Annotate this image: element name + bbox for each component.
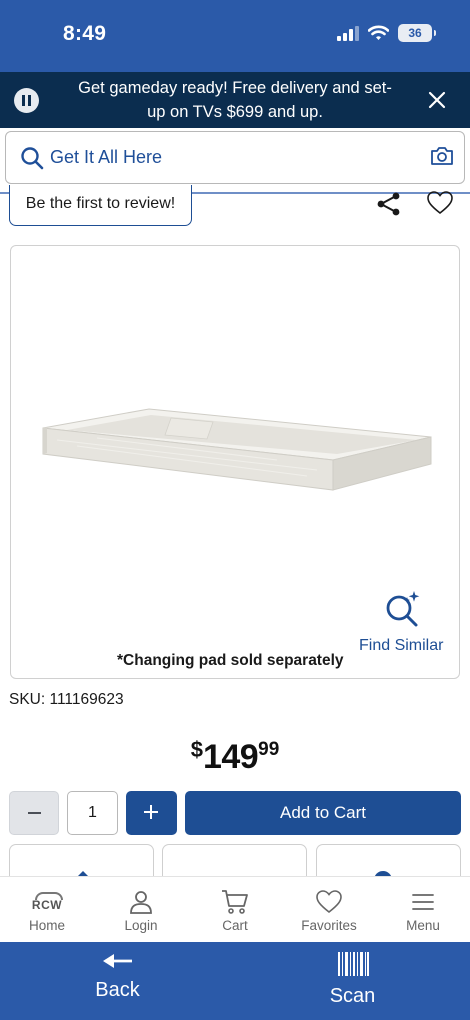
wifi-icon — [368, 25, 389, 40]
close-icon[interactable] — [426, 89, 448, 111]
cart-icon — [222, 890, 248, 914]
find-similar-label[interactable]: Find Similar — [359, 637, 443, 655]
back-label: Back — [95, 979, 140, 1001]
price: $14999 — [0, 737, 470, 777]
nav-home[interactable]: RCW Home — [0, 877, 94, 942]
search-icon — [21, 147, 44, 170]
browser-bar: Back Scan — [0, 942, 470, 1020]
product-image — [42, 408, 432, 491]
battery-icon: 36 — [398, 24, 436, 42]
status-bar: 8:49 36 — [0, 0, 470, 72]
search-box — [5, 131, 465, 184]
favorite-heart-icon[interactable] — [427, 191, 453, 215]
status-icons: 36 — [337, 24, 436, 42]
scan-button[interactable]: Scan — [300, 952, 405, 1014]
share-icon[interactable] — [376, 191, 402, 217]
promo-banner: Get gameday ready! Free delivery and set… — [0, 72, 470, 128]
user-icon — [130, 891, 152, 914]
nav-login-label: Login — [124, 918, 158, 933]
nav-cart-label: Cart — [222, 918, 248, 933]
nav-menu[interactable]: Menu — [376, 877, 470, 942]
back-button[interactable]: Back — [60, 952, 175, 1014]
back-arrow-icon — [102, 954, 132, 968]
review-button[interactable]: Be the first to review! — [9, 185, 192, 226]
product-image-card[interactable]: Find Similar *Changing pad sold separate… — [10, 245, 460, 679]
sku-text: SKU: 111169623 — [9, 691, 124, 708]
price-dollars: 149 — [202, 738, 259, 776]
price-currency: $ — [190, 737, 203, 762]
image-caption: *Changing pad sold separately — [117, 652, 344, 669]
nav-favorites-label: Favorites — [301, 918, 357, 933]
hamburger-icon — [412, 894, 434, 910]
nav-menu-label: Menu — [406, 918, 440, 933]
find-similar-icon[interactable] — [383, 588, 423, 628]
add-to-cart-button[interactable]: Add to Cart — [185, 791, 461, 835]
rcw-logo-icon: RCW — [32, 892, 64, 912]
price-cents: 99 — [258, 739, 280, 760]
nav-favorites[interactable]: Favorites — [282, 877, 376, 942]
nav-login[interactable]: Login — [94, 877, 188, 942]
quantity-decrease-button[interactable] — [9, 791, 59, 835]
promo-text[interactable]: Get gameday ready! Free delivery and set… — [72, 76, 398, 124]
nav-cart[interactable]: Cart — [188, 877, 282, 942]
cellular-signal-icon — [337, 25, 359, 41]
scan-label: Scan — [329, 985, 376, 1007]
search-input[interactable] — [50, 132, 410, 183]
pause-icon[interactable] — [14, 88, 39, 113]
camera-icon[interactable] — [430, 146, 454, 166]
barcode-icon — [337, 952, 369, 976]
bottom-nav: RCW Home Login Cart Favorites Menu — [0, 876, 470, 942]
quantity-increase-button[interactable] — [126, 791, 177, 835]
heart-icon — [316, 890, 342, 914]
quantity-input[interactable] — [67, 791, 118, 835]
status-time: 8:49 — [63, 22, 107, 45]
nav-home-label: Home — [28, 918, 65, 933]
